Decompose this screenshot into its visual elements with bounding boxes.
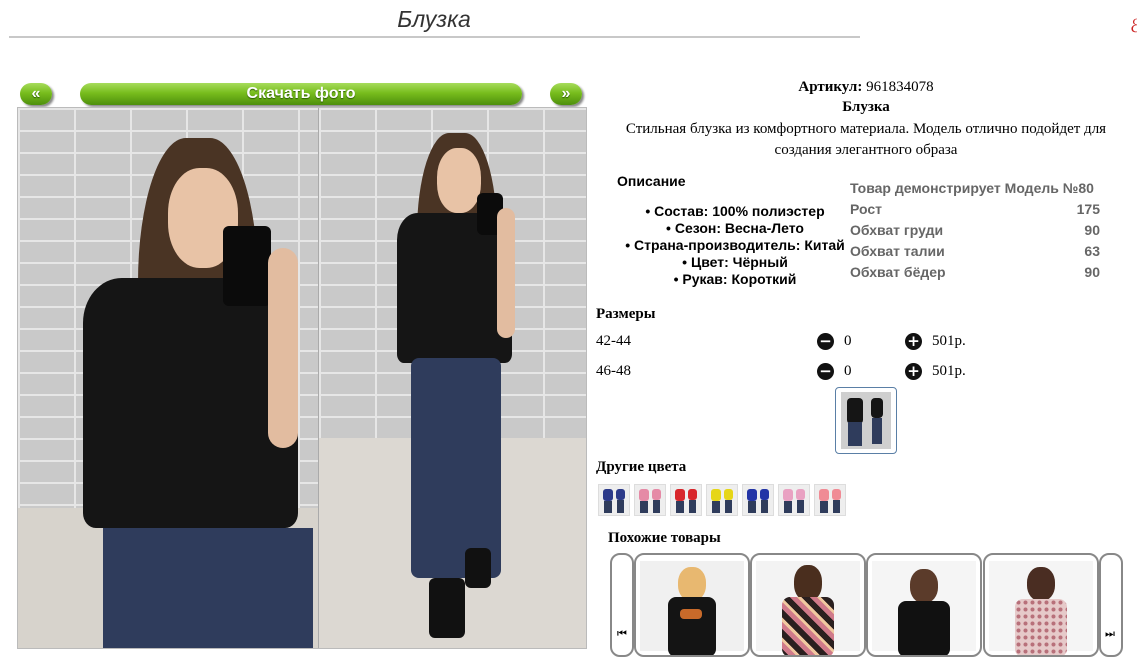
size-label: 42-44 (596, 333, 631, 349)
page-title: Блузка (397, 6, 471, 32)
product-photo[interactable] (17, 107, 587, 649)
plus-icon[interactable]: + (905, 333, 922, 350)
minus-icon[interactable]: − (817, 333, 834, 350)
model-row-value: 63 (1084, 243, 1100, 259)
color-swatch[interactable] (742, 484, 774, 516)
color-swatch[interactable] (634, 484, 666, 516)
article-label: Артикул: (798, 79, 863, 95)
article-value: 961834078 (866, 79, 934, 95)
similar-product-card[interactable] (634, 553, 750, 657)
similar-prev-button[interactable]: ⏮ (610, 553, 634, 657)
photo-right (318, 108, 586, 648)
product-name: Блузка (842, 99, 890, 115)
similar-next-button[interactable]: ⏭ (1099, 553, 1123, 657)
plus-icon[interactable]: + (905, 363, 922, 380)
prev-photo-button[interactable]: « (20, 83, 52, 105)
size-quantity: 0 (844, 363, 852, 379)
description-list: • Состав: 100% полиэстер • Сезон: Весна-… (610, 203, 860, 288)
minus-icon[interactable]: − (817, 363, 834, 380)
download-photo-button[interactable]: Скачать фото (80, 83, 522, 105)
model-row-value: 175 (1076, 201, 1100, 217)
other-colors-heading: Другие цвета (596, 459, 687, 475)
similar-heading: Похожие товары (608, 530, 721, 546)
color-swatch[interactable] (814, 484, 846, 516)
size-quantity: 0 (844, 333, 852, 349)
description-item: • Цвет: Чёрный (682, 254, 788, 270)
model-row-label: Обхват талии (850, 243, 945, 259)
model-heading: Товар демонстрирует Модель №80 (850, 180, 1094, 196)
article-line: Артикул: 961834078 (600, 79, 1132, 96)
title-divider (9, 36, 860, 38)
model-row-value: 90 (1084, 264, 1100, 280)
photo-thumbnail[interactable] (835, 387, 897, 454)
color-swatch[interactable] (598, 484, 630, 516)
next-photo-button[interactable]: » (550, 83, 582, 105)
model-row-label: Обхват груди (850, 222, 944, 238)
description-item: • Состав: 100% полиэстер (645, 203, 825, 219)
color-swatch[interactable] (706, 484, 738, 516)
description-item: • Рукав: Короткий (673, 271, 797, 287)
model-row-value: 90 (1084, 222, 1100, 238)
model-row-label: Рост (850, 201, 882, 217)
size-price: 501р. (932, 363, 966, 379)
similar-product-card[interactable] (750, 553, 866, 657)
description-item: • Сезон: Весна-Лето (666, 220, 804, 236)
description-item: • Страна-производитель: Китай (625, 237, 845, 253)
color-swatch[interactable] (670, 484, 702, 516)
arrow-left-icon: ⏮ (617, 627, 627, 640)
description-heading: Описание (617, 173, 686, 189)
similar-product-card[interactable] (983, 553, 1099, 657)
photo-left (18, 108, 318, 648)
sizes-heading: Размеры (596, 306, 656, 322)
model-row-label: Обхват бёдер (850, 264, 946, 280)
size-price: 501р. (932, 333, 966, 349)
size-label: 46-48 (596, 363, 631, 379)
arrow-right-icon: ⏭ (1105, 627, 1115, 640)
similar-product-card[interactable] (866, 553, 982, 657)
color-swatch[interactable] (778, 484, 810, 516)
edge-icon: ℰ (1130, 16, 1137, 36)
product-summary: Стильная блузка из комфортного материала… (625, 121, 1107, 158)
